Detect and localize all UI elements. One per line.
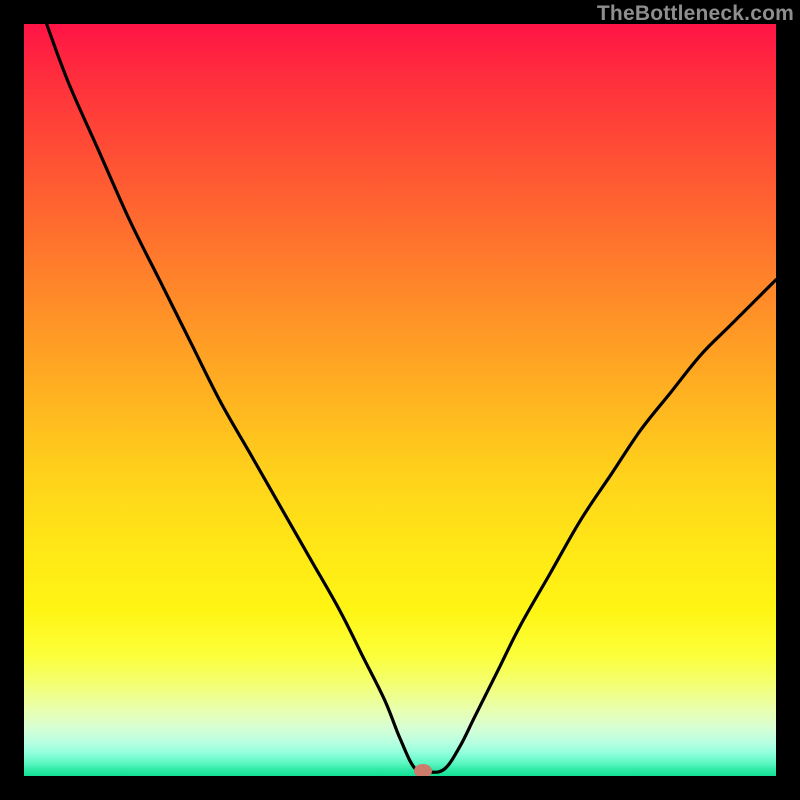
plot-area bbox=[24, 24, 776, 776]
optimal-point-marker bbox=[414, 764, 432, 776]
watermark-text: TheBottleneck.com bbox=[597, 2, 794, 26]
chart-container: TheBottleneck.com bbox=[0, 0, 800, 800]
bottleneck-curve bbox=[24, 24, 776, 776]
